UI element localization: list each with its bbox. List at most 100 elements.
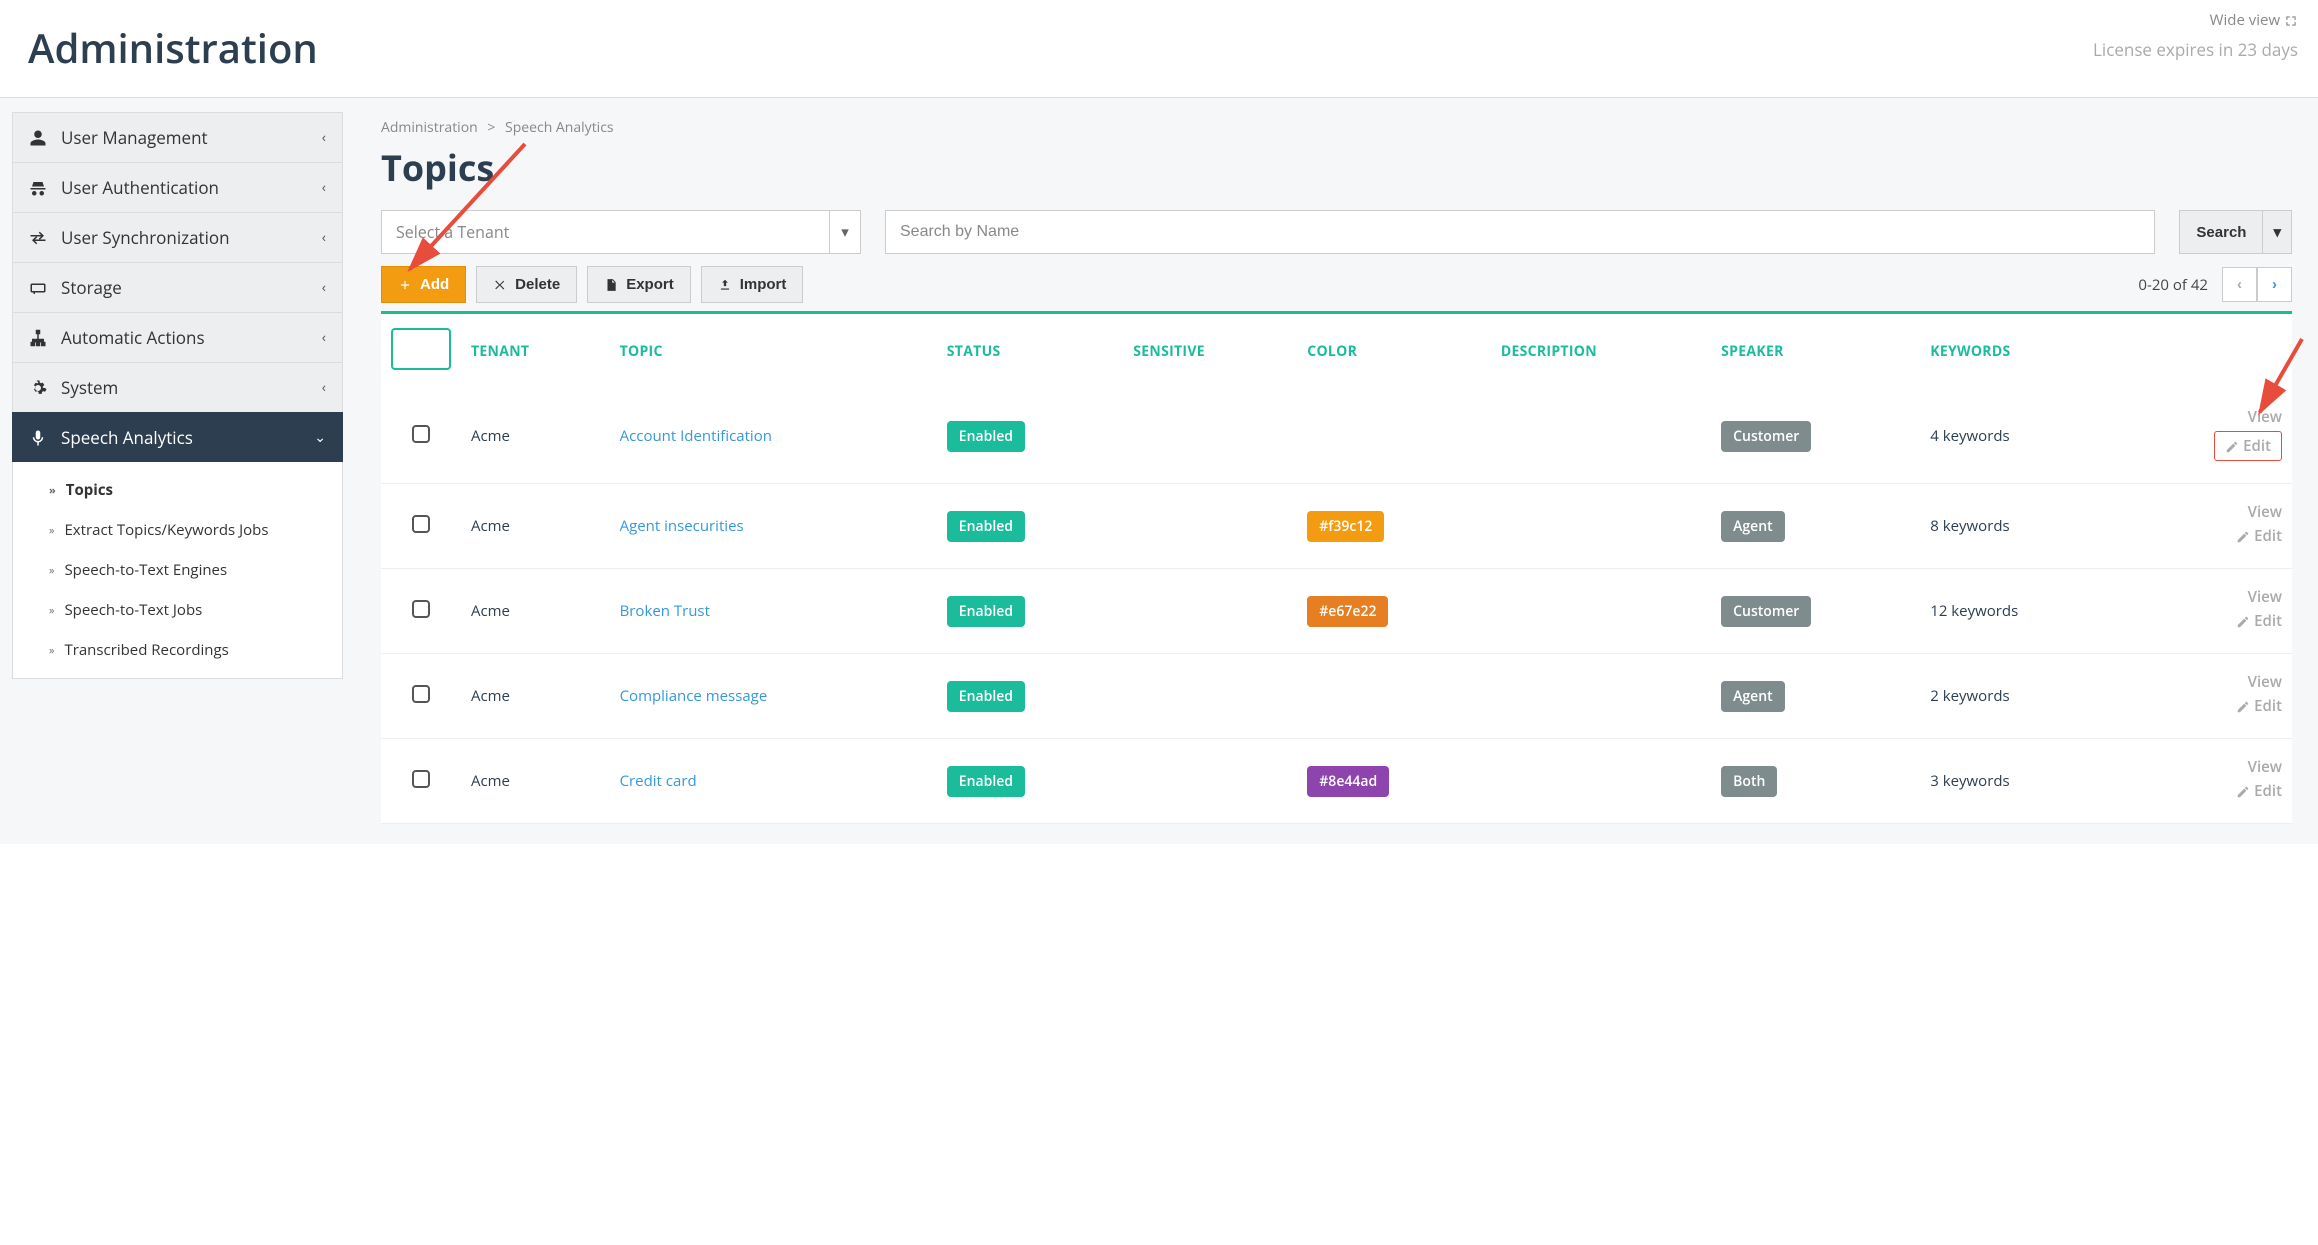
select-all-checkbox[interactable]	[391, 328, 451, 370]
cell-sensitive	[1123, 389, 1297, 484]
color-chip: #e67e22	[1307, 596, 1388, 627]
cell-description	[1491, 389, 1711, 484]
prev-page-button[interactable]: ‹	[2222, 267, 2257, 302]
cell-color: #e67e22	[1297, 569, 1491, 654]
cell-sensitive	[1123, 739, 1297, 824]
sidebar-item-storage[interactable]: Storage ‹	[12, 262, 343, 313]
sidebar: User Management ‹ User Authentication ‹ …	[0, 98, 355, 844]
topic-link[interactable]: Account Identification	[620, 426, 772, 446]
cell-tenant: Acme	[461, 389, 610, 484]
speaker-badge: Both	[1721, 766, 1777, 797]
cell-tenant: Acme	[461, 484, 610, 569]
topic-link[interactable]: Broken Trust	[620, 601, 710, 621]
topic-link[interactable]: Agent insecurities	[620, 516, 744, 536]
status-badge: Enabled	[947, 421, 1025, 452]
sync-icon	[29, 229, 47, 247]
sidebar-sub-transcribed[interactable]: »Transcribed Recordings	[13, 630, 342, 670]
next-page-button[interactable]: ›	[2257, 267, 2292, 302]
double-chevron-icon: »	[49, 643, 54, 658]
view-action[interactable]: View	[2135, 502, 2282, 522]
user-icon	[29, 129, 47, 147]
topic-link[interactable]: Compliance message	[620, 686, 768, 706]
sidebar-item-user-management[interactable]: User Management ‹	[12, 112, 343, 163]
col-status[interactable]: STATUS	[937, 313, 1123, 390]
row-checkbox[interactable]	[412, 770, 430, 788]
breadcrumb-speech[interactable]: Speech Analytics	[505, 118, 614, 137]
cell-description	[1491, 484, 1711, 569]
table-row: Acme Credit card Enabled #8e44ad Both 3 …	[381, 739, 2292, 824]
export-button[interactable]: Export	[587, 266, 691, 303]
view-action[interactable]: View	[2135, 672, 2282, 692]
row-checkbox[interactable]	[412, 600, 430, 618]
search-input[interactable]	[885, 210, 2155, 254]
sidebar-sub-jobs[interactable]: »Speech-to-Text Jobs	[13, 590, 342, 630]
sidebar-item-user-synchronization[interactable]: User Synchronization ‹	[12, 212, 343, 263]
cell-sensitive	[1123, 654, 1297, 739]
chevron-left-icon: ‹	[322, 278, 326, 297]
row-checkbox[interactable]	[412, 425, 430, 443]
edit-action[interactable]: Edit	[2135, 526, 2282, 546]
tenant-select[interactable]: Select a Tenant ▾	[381, 210, 861, 254]
edit-action[interactable]: Edit	[2135, 781, 2282, 801]
edit-icon	[2236, 785, 2250, 799]
sidebar-sub-extract[interactable]: »Extract Topics/Keywords Jobs	[13, 510, 342, 550]
col-speaker[interactable]: SPEAKER	[1711, 313, 1920, 390]
cell-keywords: 12 keywords	[1920, 569, 2125, 654]
edit-icon	[2236, 615, 2250, 629]
color-chip: #f39c12	[1307, 511, 1384, 542]
sidebar-item-user-authentication[interactable]: User Authentication ‹	[12, 162, 343, 213]
col-topic[interactable]: TOPIC	[610, 313, 937, 390]
cell-color	[1297, 389, 1491, 484]
breadcrumb: Administration > Speech Analytics	[381, 118, 2292, 137]
chevron-left-icon: ‹	[322, 228, 326, 247]
gear-icon	[29, 379, 47, 397]
cell-keywords: 2 keywords	[1920, 654, 2125, 739]
tree-icon	[29, 329, 47, 347]
cell-tenant: Acme	[461, 654, 610, 739]
license-expiry: License expires in 23 days	[2093, 38, 2298, 61]
search-dropdown[interactable]: ▾	[2263, 210, 2292, 254]
row-checkbox[interactable]	[412, 515, 430, 533]
status-badge: Enabled	[947, 511, 1025, 542]
chevron-left-icon: ‹	[322, 378, 326, 397]
sidebar-item-automatic-actions[interactable]: Automatic Actions ‹	[12, 312, 343, 363]
view-action[interactable]: View	[2135, 407, 2282, 427]
add-button[interactable]: Add	[381, 266, 466, 303]
row-checkbox[interactable]	[412, 685, 430, 703]
topics-table: TENANT TOPIC STATUS SENSITIVE COLOR DESC…	[381, 311, 2292, 824]
main-content: Administration > Speech Analytics Topics…	[355, 98, 2318, 844]
col-sensitive[interactable]: SENSITIVE	[1123, 313, 1297, 390]
edit-action[interactable]: Edit	[2135, 696, 2282, 716]
table-row: Acme Agent insecurities Enabled #f39c12 …	[381, 484, 2292, 569]
cell-description	[1491, 569, 1711, 654]
sidebar-item-speech-analytics[interactable]: Speech Analytics ⌄	[12, 412, 343, 463]
sidebar-item-system[interactable]: System ‹	[12, 362, 343, 413]
topic-link[interactable]: Credit card	[620, 771, 697, 791]
delete-button[interactable]: Delete	[476, 266, 577, 303]
view-action[interactable]: View	[2135, 587, 2282, 607]
edit-action[interactable]: Edit	[2135, 611, 2282, 631]
chevron-down-icon: ⌄	[314, 428, 326, 447]
col-keywords[interactable]: KEYWORDS	[1920, 313, 2125, 390]
col-description[interactable]: DESCRIPTION	[1491, 313, 1711, 390]
sidebar-sub-topics[interactable]: »Topics	[13, 470, 342, 510]
col-color[interactable]: COLOR	[1297, 313, 1491, 390]
cell-sensitive	[1123, 569, 1297, 654]
edit-action[interactable]: Edit	[2214, 431, 2282, 461]
wide-view-toggle[interactable]: Wide view	[2093, 10, 2298, 30]
tenant-select-caret[interactable]: ▾	[829, 210, 861, 254]
page-title: Topics	[381, 143, 2292, 192]
status-badge: Enabled	[947, 596, 1025, 627]
double-chevron-icon: »	[49, 483, 56, 498]
import-button[interactable]: Import	[701, 266, 804, 303]
view-action[interactable]: View	[2135, 757, 2282, 777]
chevron-left-icon: ‹	[322, 328, 326, 347]
col-tenant[interactable]: TENANT	[461, 313, 610, 390]
breadcrumb-admin[interactable]: Administration	[381, 118, 478, 137]
sidebar-sub-engines[interactable]: »Speech-to-Text Engines	[13, 550, 342, 590]
edit-icon	[2236, 530, 2250, 544]
speaker-badge: Agent	[1721, 511, 1785, 542]
cell-tenant: Acme	[461, 739, 610, 824]
search-button[interactable]: Search	[2179, 210, 2263, 254]
x-icon	[493, 278, 507, 292]
